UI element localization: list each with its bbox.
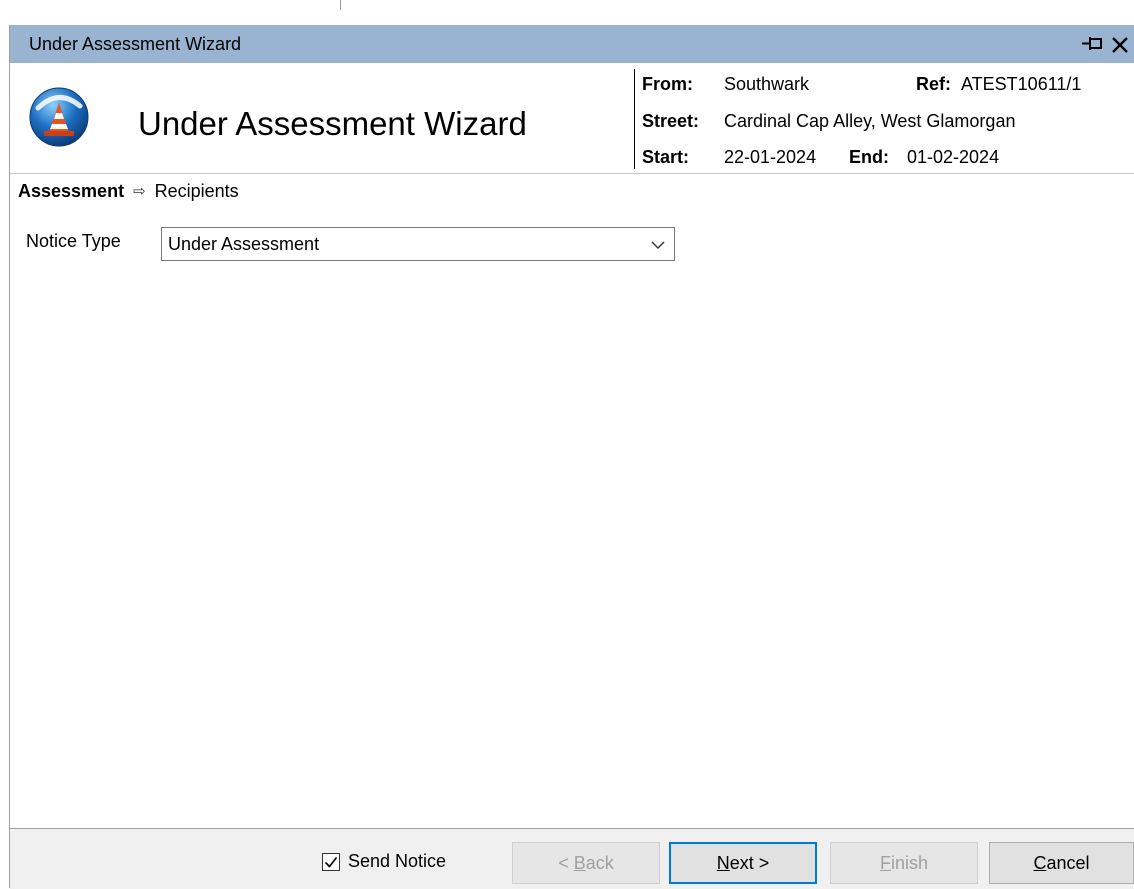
breadcrumb-step-assessment: Assessment — [18, 180, 125, 201]
send-notice-checkbox[interactable] — [322, 852, 340, 871]
next-button[interactable]: Next > — [669, 842, 817, 884]
pin-icon[interactable] — [1081, 35, 1103, 53]
ref-label: Ref: — [916, 74, 951, 94]
notice-type-select[interactable]: Under Assessment — [161, 227, 675, 261]
street-value: Cardinal Cap Alley, West Glamorgan — [724, 111, 1016, 131]
send-notice-toggle[interactable]: Send Notice — [322, 851, 446, 872]
next-mnemonic: N — [716, 852, 730, 873]
back-rest: ack — [585, 852, 614, 873]
breadcrumb: Assessment ⇨ Recipients — [10, 173, 1134, 208]
cancel-rest: ancel — [1046, 852, 1090, 873]
from-label: From: — [642, 74, 693, 94]
from-value: Southwark — [724, 74, 810, 94]
next-rest: ext > — [729, 852, 770, 873]
start-label: Start: — [642, 147, 690, 167]
title-bar: Under Assessment Wizard — [10, 25, 1134, 63]
back-prefix: < — [558, 852, 574, 873]
end-value: 01-02-2024 — [907, 147, 1000, 167]
back-mnemonic: B — [573, 852, 586, 873]
wizard-window: Under Assessment Wizard Under Assessment… — [9, 25, 1134, 889]
chevron-down-icon[interactable] — [650, 237, 666, 253]
window-title: Under Assessment Wizard — [29, 33, 242, 54]
back-button[interactable]: < Back — [512, 842, 660, 884]
finish-button[interactable]: Finish — [830, 842, 978, 884]
background-divider — [340, 0, 341, 10]
notice-type-value: Under Assessment — [168, 233, 320, 254]
finish-mnemonic: F — [879, 852, 891, 873]
end-label: End: — [849, 147, 889, 167]
close-icon[interactable] — [1109, 32, 1131, 56]
background-strip — [0, 0, 1134, 25]
start-value: 22-01-2024 — [724, 147, 817, 167]
send-notice-label: Send Notice — [348, 851, 447, 871]
street-label: Street: — [642, 111, 700, 131]
wizard-title: Under Assessment Wizard — [138, 105, 527, 142]
cancel-mnemonic: C — [1033, 852, 1047, 873]
info-divider — [634, 69, 635, 169]
wizard-header: Under Assessment Wizard From: Southwark … — [10, 63, 1134, 173]
wizard-footer: Send Notice < Back Next > Finish Cancel — [10, 828, 1134, 889]
finish-rest: inish — [890, 852, 929, 873]
cancel-button[interactable]: Cancel — [989, 842, 1134, 884]
ref-value: ATEST10611/1 — [961, 74, 1082, 94]
breadcrumb-step-recipients: Recipients — [154, 180, 239, 201]
traffic-cone-icon — [29, 87, 89, 147]
checkmark-icon — [324, 856, 338, 868]
notice-type-label: Notice Type — [26, 231, 121, 251]
arrow-right-icon: ⇨ — [133, 183, 146, 200]
